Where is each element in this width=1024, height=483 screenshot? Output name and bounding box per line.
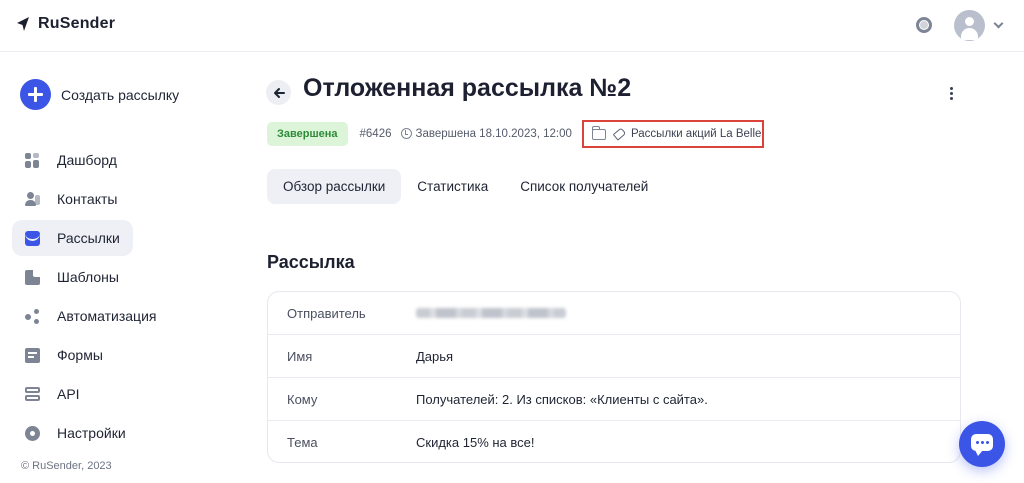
sidebar-item-label: API bbox=[57, 386, 80, 402]
info-row-subject: Тема Скидка 15% на все! bbox=[268, 421, 960, 462]
more-options-icon[interactable] bbox=[946, 86, 956, 102]
logo-text: RuSender bbox=[38, 15, 116, 32]
sidebar-item-mailings[interactable]: Рассылки bbox=[12, 220, 133, 256]
sidebar-item-automation[interactable]: Автоматизация bbox=[12, 298, 212, 334]
info-label: Кому bbox=[287, 391, 318, 407]
tab-recipients[interactable]: Список получателей bbox=[504, 169, 664, 204]
sidebar-item-forms[interactable]: Формы bbox=[12, 337, 212, 373]
logo[interactable]: RuSender bbox=[16, 15, 115, 33]
sender-redacted bbox=[416, 308, 566, 318]
folder-icon bbox=[591, 125, 606, 140]
tag-icon bbox=[612, 127, 627, 141]
user-avatar-icon[interactable] bbox=[954, 10, 985, 41]
automation-icon bbox=[25, 308, 40, 324]
avatar-body bbox=[961, 28, 978, 40]
page-title: Отложенная рассылка №2 bbox=[303, 74, 632, 102]
sidebar-item-label: Рассылки bbox=[57, 230, 120, 246]
info-value: Получателей: 2. Из списков: «Клиенты с с… bbox=[416, 391, 708, 407]
lifebuoy-icon[interactable] bbox=[916, 17, 932, 33]
tab-statistics[interactable]: Статистика bbox=[401, 169, 504, 204]
contacts-icon bbox=[25, 191, 40, 207]
sidebar-item-templates[interactable]: Шаблоны bbox=[12, 259, 212, 295]
info-value: Скидка 15% на все! bbox=[416, 435, 535, 450]
info-value: Дарья bbox=[416, 348, 454, 364]
back-button[interactable] bbox=[266, 80, 291, 105]
sidebar-item-label: Контакты bbox=[57, 191, 118, 207]
sidebar-item-api[interactable]: API bbox=[12, 376, 212, 412]
info-label: Имя bbox=[287, 348, 313, 364]
sidebar-item-label: Настройки bbox=[57, 425, 126, 441]
arrow-left-icon bbox=[273, 87, 285, 98]
top-bar: RuSender bbox=[0, 0, 1024, 52]
create-campaign-label: Создать рассылку bbox=[61, 86, 180, 103]
sidebar-item-contacts[interactable]: Контакты bbox=[12, 181, 212, 217]
campaign-meta: Завершена #6426 Завершена 18.10.2023, 12… bbox=[267, 121, 572, 146]
clock-icon bbox=[400, 128, 412, 139]
dashboard-icon bbox=[25, 152, 40, 168]
plus-icon bbox=[20, 79, 51, 110]
section-title: Рассылка bbox=[267, 252, 355, 272]
create-campaign-button[interactable]: Создать рассылку bbox=[20, 79, 179, 110]
completed-time-text: Завершена 18.10.2023, 12:00 bbox=[415, 127, 572, 140]
sidebar-item-label: Шаблоны bbox=[57, 269, 119, 285]
avatar-head bbox=[965, 17, 974, 26]
tab-overview[interactable]: Обзор рассылки bbox=[267, 169, 402, 204]
info-label: Тема bbox=[287, 435, 318, 450]
campaign-id: #6426 bbox=[359, 127, 392, 140]
sidebar-item-dashboard[interactable]: Дашборд bbox=[12, 142, 212, 178]
templates-icon bbox=[25, 269, 40, 285]
info-row-sender: Отправитель bbox=[268, 292, 960, 335]
campaign-info-card: Отправитель Имя Дарья Кому Получателей: … bbox=[267, 291, 961, 463]
sidebar-item-label: Дашборд bbox=[57, 152, 117, 168]
folder-label: Рассылки акций La Belle bbox=[631, 128, 762, 140]
info-label: Отправитель bbox=[287, 305, 366, 321]
completed-time: Завершена 18.10.2023, 12:00 bbox=[400, 127, 572, 140]
sidebar-item-label: Автоматизация bbox=[57, 308, 157, 324]
status-badge: Завершена bbox=[267, 121, 348, 146]
logo-arrow-icon bbox=[17, 17, 29, 31]
info-row-recipients: Кому Получателей: 2. Из списков: «Клиент… bbox=[268, 378, 960, 421]
forms-icon bbox=[25, 347, 40, 363]
copyright: © RuSender, 2023 bbox=[21, 460, 112, 472]
settings-icon bbox=[25, 425, 40, 441]
sidebar-nav: Дашборд Контакты Рассылки Шаблоны Автома… bbox=[12, 142, 212, 454]
campaign-folder[interactable]: Рассылки акций La Belle bbox=[582, 120, 764, 148]
sidebar-item-label: Формы bbox=[57, 347, 103, 363]
api-icon bbox=[25, 386, 40, 402]
info-row-name: Имя Дарья bbox=[268, 335, 960, 378]
sidebar-item-settings[interactable]: Настройки bbox=[12, 415, 212, 451]
mailings-icon bbox=[25, 230, 40, 246]
campaign-tabs: Обзор рассылки Статистика Список получат… bbox=[267, 169, 664, 204]
chat-support-button[interactable] bbox=[959, 421, 1005, 467]
chevron-down-icon[interactable] bbox=[993, 18, 1004, 29]
